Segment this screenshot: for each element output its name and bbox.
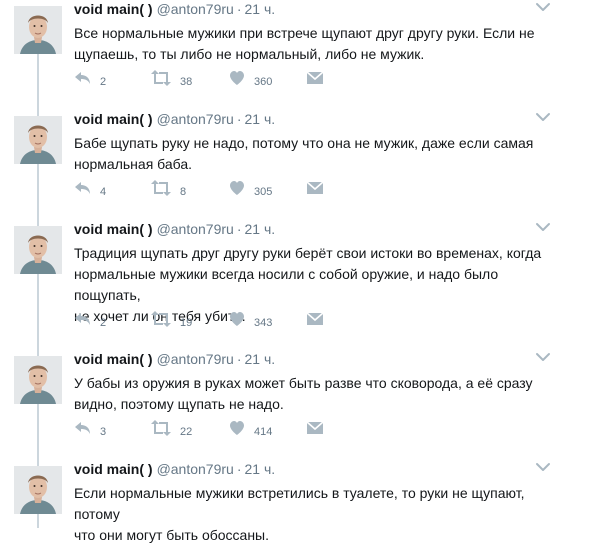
tweet-text: Если нормальные мужики встретились в туа… xyxy=(74,483,564,546)
author-name[interactable]: void main( ) xyxy=(74,111,153,127)
retweet-count: 8 xyxy=(180,186,187,198)
retweet-count: 22 xyxy=(180,426,193,438)
tweet-timestamp[interactable]: 21 ч. xyxy=(245,1,276,17)
tweet-header: void main( ) @anton79ru · 21 ч. xyxy=(74,110,275,128)
author-handle[interactable]: @anton79ru xyxy=(157,351,234,367)
tweet-actions: 2 38 360 xyxy=(74,70,354,90)
avatar[interactable] xyxy=(14,226,62,274)
author-handle[interactable]: @anton79ru xyxy=(157,461,234,477)
author-handle[interactable]: @anton79ru xyxy=(157,1,234,17)
chevron-down-icon[interactable] xyxy=(534,110,552,124)
author-name[interactable]: void main( ) xyxy=(74,461,153,477)
avatar[interactable] xyxy=(14,466,62,514)
retweet-count: 19 xyxy=(180,317,193,329)
like-count: 360 xyxy=(254,76,273,88)
tweet-header: void main( ) @anton79ru · 21 ч. xyxy=(74,0,275,18)
tweet-header: void main( ) @anton79ru · 21 ч. xyxy=(74,350,275,368)
author-handle[interactable]: @anton79ru xyxy=(157,111,234,127)
tweet-text-line: Если нормальные мужики встретились в туа… xyxy=(74,485,525,522)
tweet-text-line: Традиция щупать друг другу руки берёт св… xyxy=(74,245,542,261)
tweet-text-line: что они могут быть обоссаны. xyxy=(74,527,270,543)
tweet-text-line: Все нормальные мужики при встрече щупают… xyxy=(74,25,535,41)
separator-dot: · xyxy=(236,221,242,237)
avatar[interactable] xyxy=(14,116,62,164)
reply-count: 2 xyxy=(100,76,107,88)
reply-count: 2 xyxy=(100,317,107,329)
retweet-count: 38 xyxy=(180,76,193,88)
reply-count: 3 xyxy=(100,426,107,438)
tweet-text-line: У бабы из оружия в руках может быть разв… xyxy=(74,375,533,391)
reply-count: 4 xyxy=(100,186,107,198)
avatar[interactable] xyxy=(14,6,62,54)
tweet-header: void main( ) @anton79ru · 21 ч. xyxy=(74,220,275,238)
tweet-text-line: нормальные мужики всегда носили с собой … xyxy=(74,266,499,303)
chevron-down-icon[interactable] xyxy=(534,350,552,364)
like-count: 414 xyxy=(254,426,273,438)
author-handle[interactable]: @anton79ru xyxy=(157,221,234,237)
separator-dot: · xyxy=(236,351,242,367)
tweet-text-line: Бабе щупать руку не надо, потому что она… xyxy=(74,135,534,151)
tweet-text: Бабе щупать руку не надо, потому что она… xyxy=(74,133,564,175)
tweet-text-line: нормальная баба. xyxy=(74,156,193,172)
tweet-timestamp[interactable]: 21 ч. xyxy=(245,221,276,237)
separator-dot: · xyxy=(236,461,242,477)
tweet-timestamp[interactable]: 21 ч. xyxy=(245,111,276,127)
tweet-actions: 3 22 414 xyxy=(74,420,354,440)
tweet-text-line: щупаешь, то ты либо не нормальный, либо … xyxy=(74,46,425,62)
tweet-text-line: видно, поэтому щупать не надо. xyxy=(74,396,284,412)
chevron-down-icon[interactable] xyxy=(534,460,552,474)
separator-dot: · xyxy=(236,111,242,127)
chevron-down-icon[interactable] xyxy=(534,0,552,14)
tweet-actions: 4 8 305 xyxy=(74,180,354,200)
tweet-header: void main( ) @anton79ru · 21 ч. xyxy=(74,460,275,478)
separator-dot: · xyxy=(236,1,242,17)
chevron-down-icon[interactable] xyxy=(534,220,552,234)
like-count: 343 xyxy=(254,317,273,329)
avatar[interactable] xyxy=(14,356,62,404)
tweet-text: У бабы из оружия в руках может быть разв… xyxy=(74,373,564,415)
author-name[interactable]: void main( ) xyxy=(74,221,153,237)
tweet-timestamp[interactable]: 21 ч. xyxy=(245,351,276,367)
tweet-timestamp[interactable]: 21 ч. xyxy=(245,461,276,477)
author-name[interactable]: void main( ) xyxy=(74,351,153,367)
tweet-actions: 2 19 343 xyxy=(74,311,354,331)
author-name[interactable]: void main( ) xyxy=(74,1,153,17)
tweet-text: Все нормальные мужики при встрече щупают… xyxy=(74,23,564,65)
like-count: 305 xyxy=(254,186,273,198)
